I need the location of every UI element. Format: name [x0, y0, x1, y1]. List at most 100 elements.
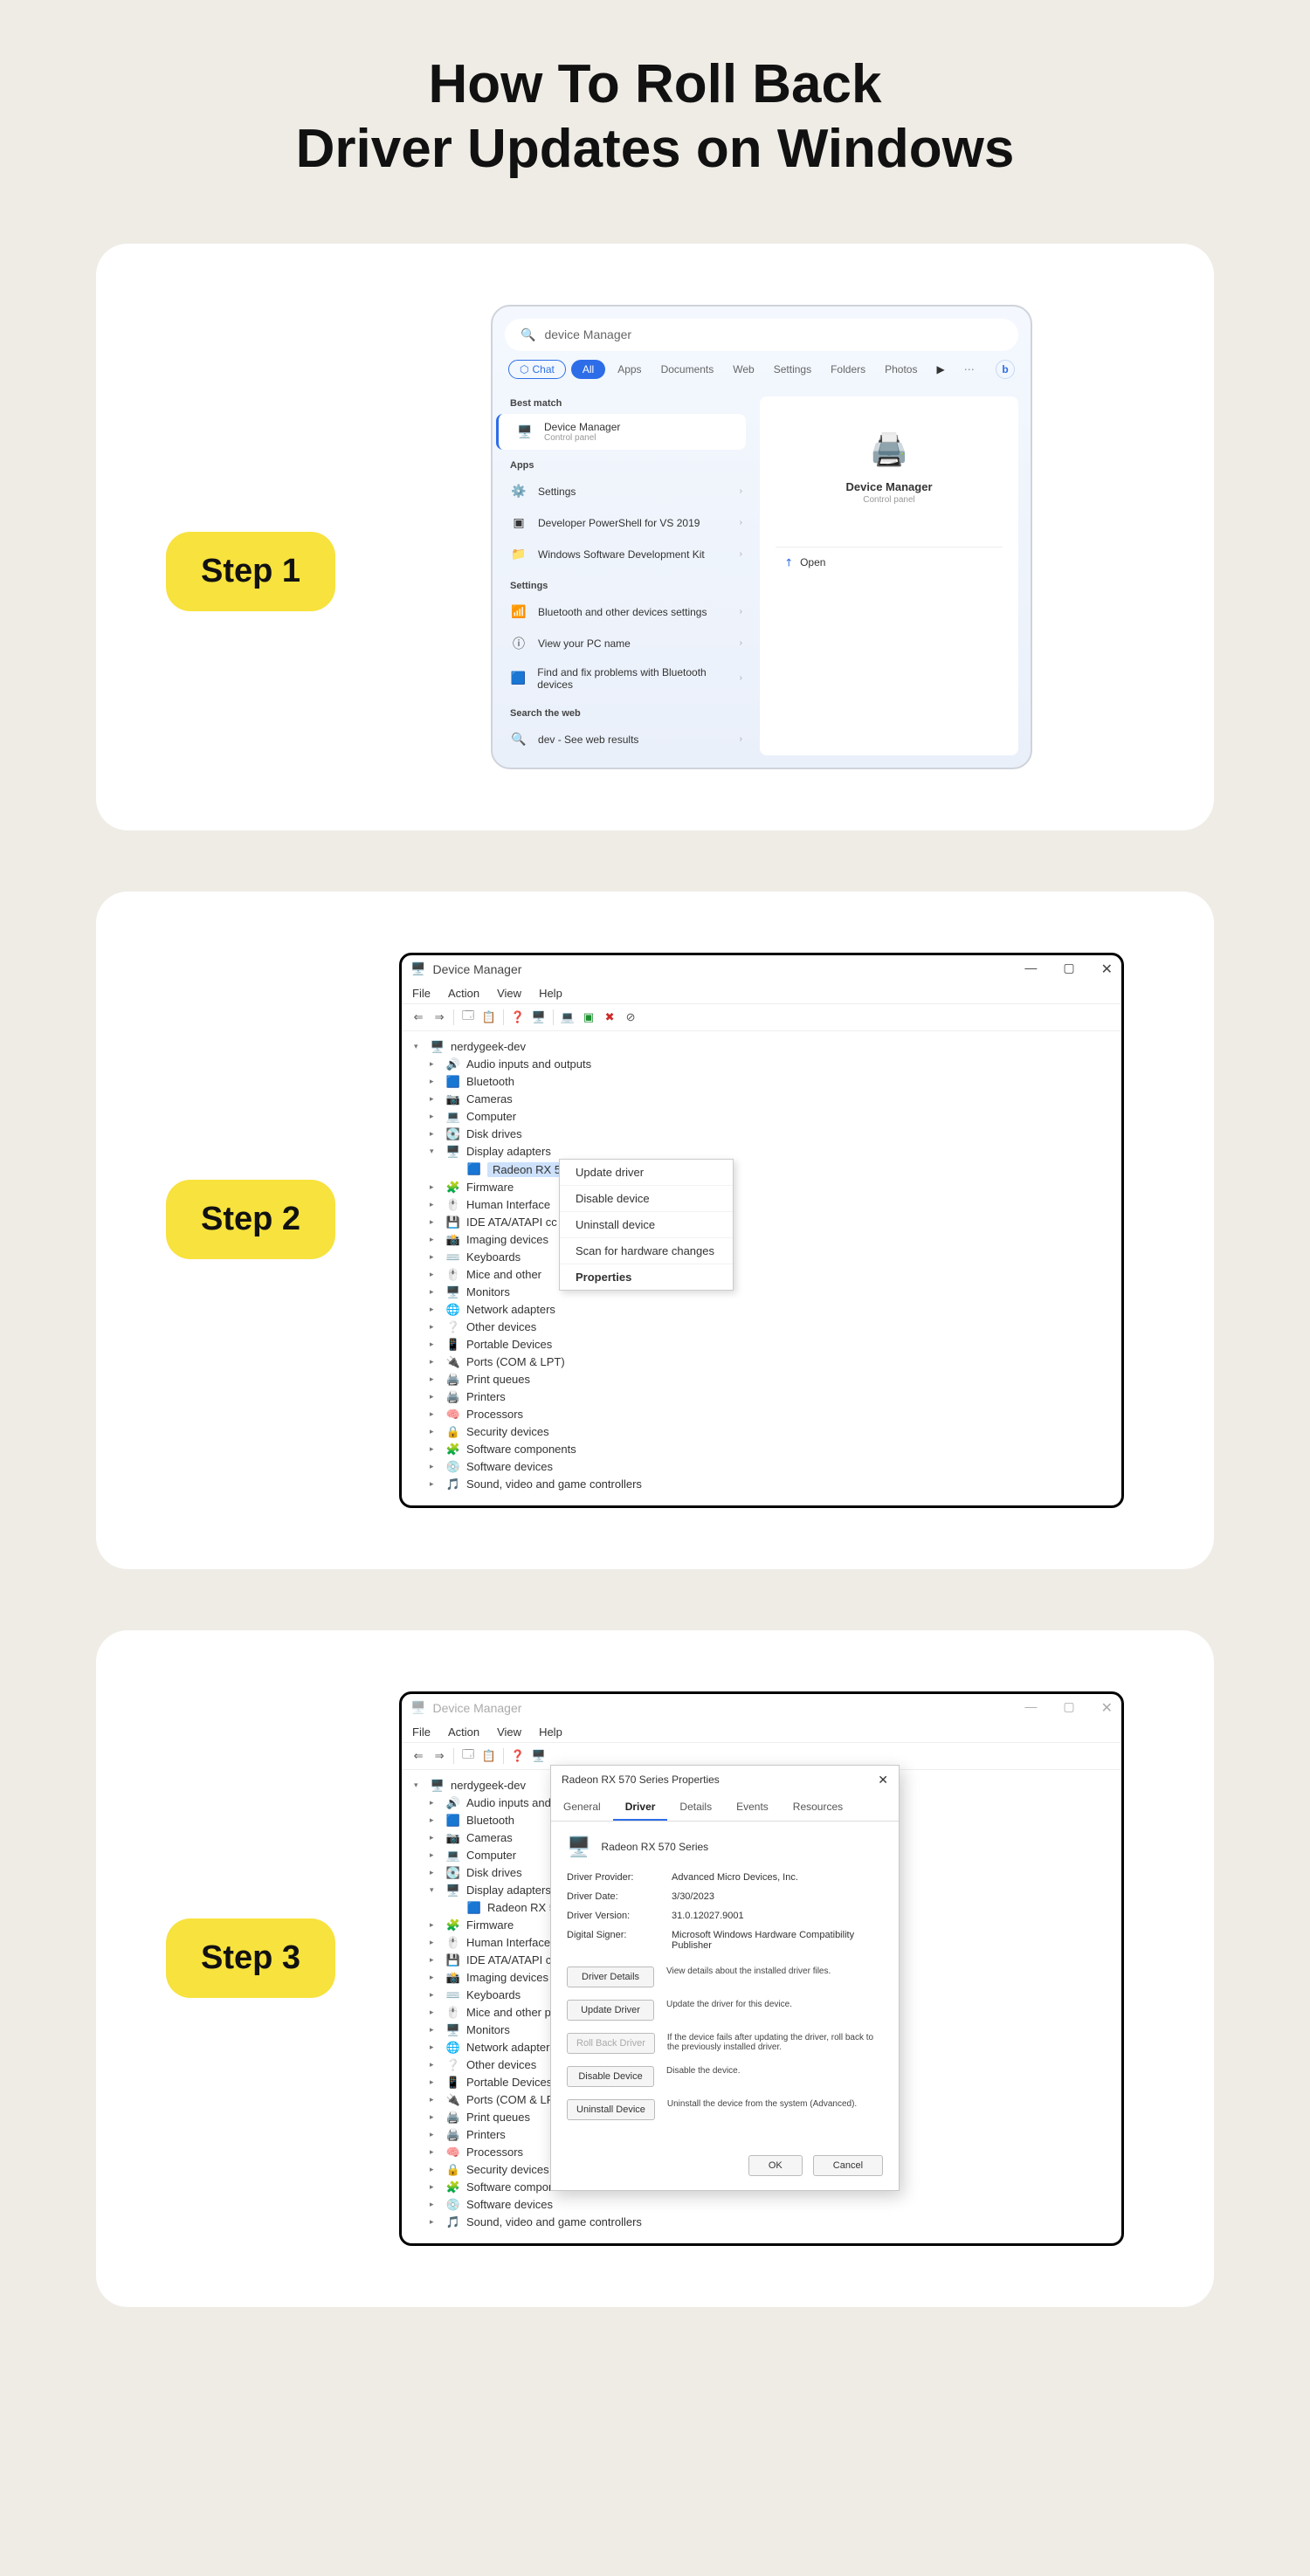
minimize-button[interactable]: — — [1024, 961, 1037, 978]
tab-all[interactable]: All — [571, 360, 605, 379]
tab-events[interactable]: Events — [724, 1794, 781, 1821]
tool-icon[interactable]: 📋 — [479, 1008, 499, 1027]
result-sdk[interactable]: 📁Windows Software Development Kit› — [493, 539, 755, 570]
back-icon[interactable]: ⇐ — [409, 1746, 428, 1766]
play-icon[interactable]: ▶ — [929, 360, 951, 379]
tool-icon[interactable]: 📋 — [479, 1746, 499, 1766]
tree-monitors[interactable]: Monitors — [466, 1285, 510, 1298]
tab-driver[interactable]: Driver — [613, 1794, 668, 1821]
driver-details-button[interactable]: Driver Details — [567, 1966, 654, 1987]
tree-sound[interactable]: Sound, video and game controllers — [466, 1477, 642, 1491]
tab-photos[interactable]: Photos — [878, 360, 924, 379]
tab-web[interactable]: Web — [726, 360, 761, 379]
menu-view[interactable]: View — [497, 1725, 521, 1739]
result-settings[interactable]: ⚙️Settings› — [493, 476, 755, 507]
tree-display-adapters[interactable]: Display adapters — [466, 1145, 551, 1158]
more-icon[interactable]: ⋯ — [957, 360, 982, 379]
menu-file[interactable]: File — [412, 987, 431, 1000]
search-input[interactable]: 🔍 device Manager — [505, 319, 1018, 351]
tree-root[interactable]: nerdygeek-dev — [451, 1779, 526, 1792]
tree-printers[interactable]: Printers — [466, 1390, 506, 1403]
maximize-button[interactable]: ▢ — [1063, 1699, 1074, 1717]
tree-sw-devices[interactable]: Software devices — [466, 1460, 553, 1473]
menu-action[interactable]: Action — [448, 1725, 479, 1739]
tree-imaging[interactable]: Imaging devices — [466, 1233, 548, 1246]
menu-action[interactable]: Action — [448, 987, 479, 1000]
tree-print-queues[interactable]: Print queues — [466, 1373, 530, 1386]
result-bt-troubleshoot[interactable]: 🟦Find and fix problems with Bluetooth de… — [493, 659, 755, 698]
tree-other[interactable]: Other devices — [466, 2058, 536, 2071]
tree-imaging[interactable]: Imaging devices — [466, 1971, 548, 1984]
tree-other[interactable]: Other devices — [466, 1320, 536, 1333]
tree-disk[interactable]: Disk drives — [466, 1127, 522, 1140]
ctx-properties[interactable]: Properties — [560, 1264, 733, 1290]
tool-icon[interactable]: ✖ — [600, 1008, 619, 1027]
tree-bluetooth[interactable]: Bluetooth — [466, 1075, 514, 1088]
tool-icon[interactable]: 🗔 — [458, 1008, 478, 1027]
tree-keyboards[interactable]: Keyboards — [466, 1250, 521, 1264]
roll-back-driver-button[interactable]: Roll Back Driver — [567, 2033, 655, 2054]
tree-ports[interactable]: Ports (COM & LPT) — [466, 1355, 565, 1368]
tree-ide[interactable]: IDE ATA/ATAPI cc — [466, 1216, 557, 1229]
tree-computer[interactable]: Computer — [466, 1110, 516, 1123]
tree-network[interactable]: Network adapters — [466, 2041, 555, 2054]
tree-sw-components[interactable]: Software components — [466, 1443, 576, 1456]
result-web-dev[interactable]: 🔍dev - See web results› — [493, 724, 755, 755]
tab-folders[interactable]: Folders — [824, 360, 872, 379]
tool-icon[interactable]: ❓ — [508, 1008, 527, 1027]
close-button[interactable]: ✕ — [1101, 1699, 1113, 1717]
tree-root[interactable]: nerdygeek-dev — [451, 1040, 526, 1053]
menu-view[interactable]: View — [497, 987, 521, 1000]
cancel-button[interactable]: Cancel — [813, 2155, 883, 2176]
tree-sw-devices[interactable]: Software devices — [466, 2198, 553, 2211]
ctx-uninstall-device[interactable]: Uninstall device — [560, 1212, 733, 1238]
tab-settings[interactable]: Settings — [767, 360, 818, 379]
forward-icon[interactable]: ⇒ — [430, 1008, 449, 1027]
tree-security[interactable]: Security devices — [466, 2163, 549, 2176]
ctx-scan-hardware[interactable]: Scan for hardware changes — [560, 1238, 733, 1264]
tree-security[interactable]: Security devices — [466, 1425, 549, 1438]
tool-icon[interactable]: ❓ — [508, 1746, 527, 1766]
tree-processors[interactable]: Processors — [466, 1408, 523, 1421]
tab-documents[interactable]: Documents — [654, 360, 721, 379]
tool-icon[interactable]: 🗔 — [458, 1746, 478, 1766]
tree-printers[interactable]: Printers — [466, 2128, 506, 2141]
tab-chat[interactable]: ⬡Chat — [508, 360, 566, 379]
tree-firmware[interactable]: Firmware — [466, 1181, 514, 1194]
ok-button[interactable]: OK — [748, 2155, 803, 2176]
tree-processors[interactable]: Processors — [466, 2146, 523, 2159]
uninstall-device-button[interactable]: Uninstall Device — [567, 2099, 655, 2120]
tab-general[interactable]: General — [551, 1794, 613, 1821]
result-bt-settings[interactable]: 📶Bluetooth and other devices settings› — [493, 596, 755, 628]
tree-cameras[interactable]: Cameras — [466, 1831, 513, 1844]
tool-icon[interactable]: 🖥️ — [529, 1746, 548, 1766]
tree-computer[interactable]: Computer — [466, 1849, 516, 1862]
tree-print-queues[interactable]: Print queues — [466, 2111, 530, 2124]
tool-icon[interactable]: 🖥️ — [529, 1008, 548, 1027]
properties-close-button[interactable]: ✕ — [878, 1773, 888, 1787]
tree-audio[interactable]: Audio inputs and outputs — [466, 1057, 591, 1071]
tab-apps[interactable]: Apps — [610, 360, 648, 379]
tab-details[interactable]: Details — [667, 1794, 724, 1821]
maximize-button[interactable]: ▢ — [1063, 961, 1074, 978]
ctx-update-driver[interactable]: Update driver — [560, 1160, 733, 1186]
tree-sound[interactable]: Sound, video and game controllers — [466, 2215, 642, 2228]
tree-firmware[interactable]: Firmware — [466, 1918, 514, 1932]
menu-help[interactable]: Help — [539, 987, 562, 1000]
tool-icon[interactable]: 💻 — [558, 1008, 577, 1027]
result-powershell[interactable]: ▣Developer PowerShell for VS 2019› — [493, 507, 755, 539]
open-action[interactable]: ↗Open — [776, 547, 1003, 577]
tree-portable[interactable]: Portable Devices — [466, 2076, 552, 2089]
forward-icon[interactable]: ⇒ — [430, 1746, 449, 1766]
tree-display-adapters[interactable]: Display adapters — [466, 1884, 551, 1897]
menu-file[interactable]: File — [412, 1725, 431, 1739]
tree-cameras[interactable]: Cameras — [466, 1092, 513, 1105]
tree-mice[interactable]: Mice and other — [466, 1268, 541, 1281]
update-driver-button[interactable]: Update Driver — [567, 2000, 654, 2021]
tree-hid[interactable]: Human Interface — [466, 1198, 550, 1211]
back-icon[interactable]: ⇐ — [409, 1008, 428, 1027]
tool-icon[interactable]: ▣ — [579, 1008, 598, 1027]
tree-portable[interactable]: Portable Devices — [466, 1338, 552, 1351]
bing-icon[interactable]: b — [996, 360, 1015, 379]
tree-network[interactable]: Network adapters — [466, 1303, 555, 1316]
